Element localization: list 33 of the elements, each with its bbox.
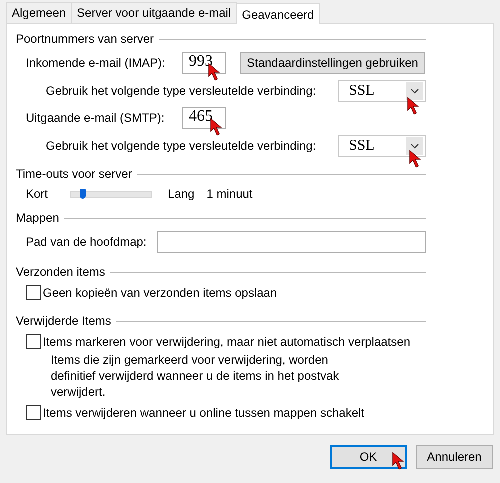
encryption-dropdown[interactable]: SSL	[338, 80, 426, 102]
dialog-button[interactable]: Annuleren	[416, 445, 493, 469]
dialog-button[interactable]: OK	[330, 445, 407, 469]
timeout-slider[interactable]	[70, 190, 152, 198]
port-field[interactable]: 993	[182, 52, 226, 74]
defaults-button[interactable]: Standaardinstellingen gebruiken	[240, 52, 426, 74]
chevron-icon	[410, 88, 418, 94]
tab[interactable]: Geavanceerd	[236, 3, 320, 24]
field-label: Gebruik het volgende type versleutelde verbinding:	[46, 139, 316, 153]
section-title: Time-outs voor server	[16, 167, 132, 181]
cursor-icon	[407, 97, 420, 116]
cursor-icon	[409, 150, 422, 169]
field-label: Inkomende e-mail (IMAP):	[26, 56, 166, 70]
timeout-value: 1 minuut	[206, 187, 253, 201]
slider-max-label: Lang	[168, 187, 195, 201]
checkbox[interactable]: Items verwijderen wanneer u online tussen mappen schakelt	[26, 405, 426, 420]
folder-path-field[interactable]	[156, 231, 426, 253]
help-text: Items die zijn gemarkeerd voor verwijdering, worden definitief verwijderd wanneer u de items in het postvak verwijdert.	[51, 352, 340, 400]
slider-min-label: Kort	[26, 187, 48, 201]
section-title: Verwijderde Items	[16, 314, 112, 328]
encryption-dropdown[interactable]: SSL	[338, 135, 426, 157]
section-title: Mappen	[16, 211, 60, 225]
tab[interactable]: Algemeen	[6, 2, 72, 23]
field-label: Gebruik het volgende type versleutelde verbinding:	[46, 84, 316, 98]
checkbox[interactable]: Geen kopieën van verzonden items opslaan	[26, 285, 426, 300]
chevron-icon	[410, 144, 418, 148]
field-label: Pad van de hoofdmap:	[26, 235, 147, 249]
port-field[interactable]: 465	[182, 107, 226, 129]
section-title: Verzonden items	[16, 265, 106, 279]
checkbox[interactable]: Items markeren voor verwijdering, maar niet automatisch verplaatsen	[26, 334, 426, 349]
cursor-icon	[392, 452, 405, 471]
field-label: Uitgaande e-mail (SMTP):	[26, 111, 166, 125]
section-title: Poortnummers van server	[16, 32, 154, 46]
